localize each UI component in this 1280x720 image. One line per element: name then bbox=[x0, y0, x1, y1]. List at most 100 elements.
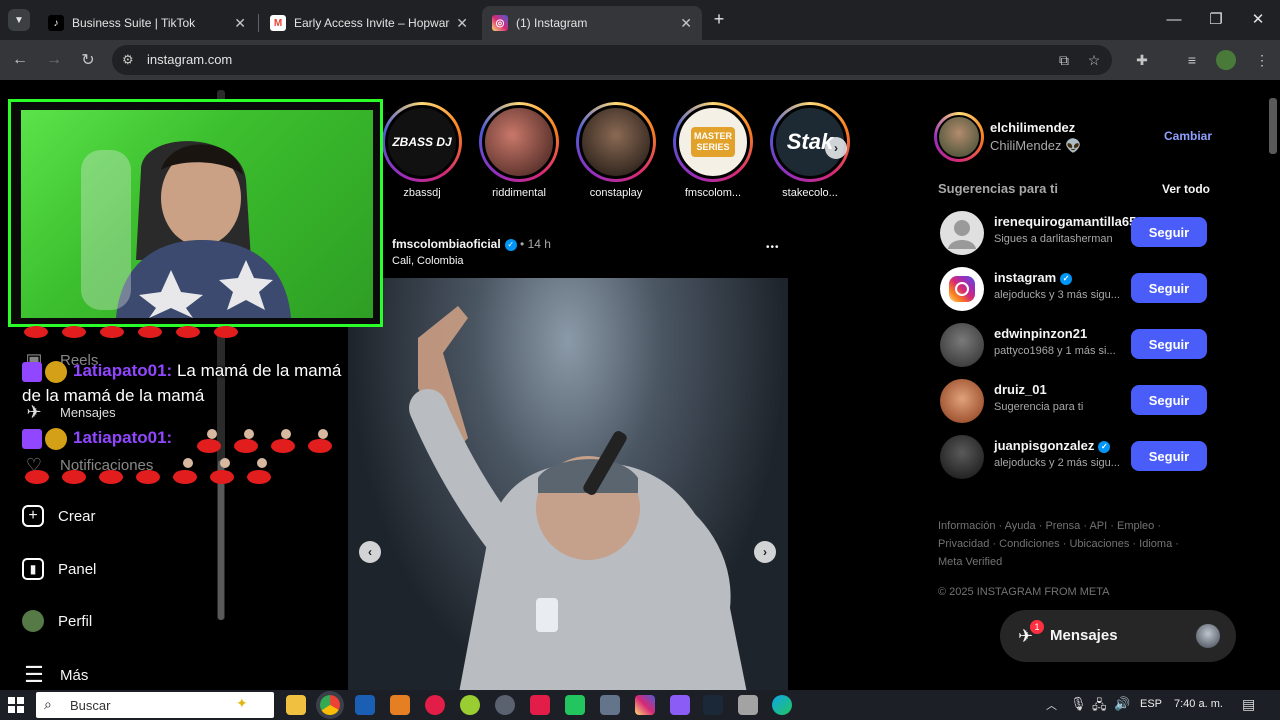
footer-link[interactable]: Ubicaciones bbox=[1069, 538, 1129, 550]
footer-link[interactable]: Empleo bbox=[1117, 520, 1154, 532]
story-item[interactable]: riddimental bbox=[477, 102, 561, 199]
close-icon[interactable]: ✕ bbox=[456, 15, 468, 32]
forward-icon[interactable]: → bbox=[42, 48, 66, 72]
messages-floating-button[interactable]: ✈ 1 Mensajes bbox=[1000, 610, 1236, 662]
footer-link[interactable]: Información bbox=[938, 520, 995, 532]
story-item[interactable]: MASTER SERIES fmscolom... bbox=[671, 102, 755, 199]
new-tab-button[interactable]: + bbox=[708, 8, 730, 30]
bookmark-star-icon[interactable]: ☆ bbox=[1084, 50, 1104, 70]
see-all-link[interactable]: Ver todo bbox=[1162, 182, 1210, 196]
page-scrollbar-thumb[interactable] bbox=[1269, 98, 1277, 154]
chrome-icon[interactable] bbox=[320, 695, 340, 715]
suggestion-username[interactable]: instagram ✓ bbox=[994, 270, 1073, 285]
account-username[interactable]: elchilimendez bbox=[990, 120, 1075, 135]
taskbar-search[interactable]: ⌕ Buscar ✦ bbox=[36, 692, 274, 718]
tab-instagram[interactable]: ◎ (1) Instagram ✕ bbox=[482, 6, 702, 40]
stories-next-button[interactable]: › bbox=[825, 137, 847, 159]
suggestion-username[interactable]: edwinpinzon21 bbox=[994, 326, 1087, 341]
media-control-icon[interactable]: ≡ bbox=[1182, 50, 1202, 70]
app-icon[interactable] bbox=[495, 695, 515, 715]
address-bar[interactable]: ⚙ instagram.com bbox=[112, 45, 1112, 75]
close-icon[interactable]: ✕ bbox=[234, 15, 246, 32]
suggestion-username[interactable]: druiz_01 bbox=[994, 382, 1047, 397]
file-explorer-icon[interactable] bbox=[286, 695, 306, 715]
language-indicator[interactable]: ESP bbox=[1140, 698, 1162, 710]
nav-perfil[interactable]: Perfil bbox=[22, 610, 92, 632]
nav-crear[interactable]: + Crear bbox=[22, 505, 96, 527]
post-next-button[interactable]: › bbox=[754, 541, 776, 563]
chat-username[interactable]: 1atiapato01: bbox=[73, 428, 172, 447]
url-text[interactable]: instagram.com bbox=[147, 52, 232, 67]
follow-button[interactable]: Seguir bbox=[1131, 385, 1207, 415]
footer-link[interactable]: Ayuda bbox=[1005, 520, 1036, 532]
chat-emotes bbox=[194, 426, 334, 456]
follow-button[interactable]: Seguir bbox=[1131, 441, 1207, 471]
footer-link[interactable]: Meta Verified bbox=[938, 556, 1002, 568]
more-menu-icon[interactable]: ⋮ bbox=[1252, 50, 1272, 70]
instagram-logo-icon[interactable] bbox=[940, 267, 984, 311]
chart-icon: ▮ bbox=[22, 558, 44, 580]
app-icon[interactable] bbox=[670, 695, 690, 715]
app-icon[interactable] bbox=[600, 695, 620, 715]
tray-chevron-icon[interactable]: ︿ bbox=[1046, 697, 1057, 713]
tiktok-taskbar-icon[interactable] bbox=[530, 695, 550, 715]
restore-icon[interactable]: ❐ bbox=[1196, 6, 1236, 32]
story-item[interactable]: ZBASS DJ zbassdj bbox=[380, 102, 464, 199]
suggestion-username[interactable]: juanpisgonzalez ✓ bbox=[994, 438, 1111, 453]
app-icon[interactable] bbox=[460, 695, 480, 715]
post-options-icon[interactable]: ••• bbox=[766, 242, 780, 253]
windows-start-icon[interactable] bbox=[8, 697, 24, 713]
tab-search-button[interactable]: ▼ bbox=[8, 9, 30, 31]
gmail-icon: M bbox=[270, 15, 286, 31]
site-info-icon[interactable]: ⚙ bbox=[122, 52, 134, 68]
install-app-icon[interactable]: ⧉ bbox=[1054, 50, 1074, 70]
app-icon[interactable] bbox=[390, 695, 410, 715]
instagram-taskbar-icon[interactable] bbox=[635, 695, 655, 715]
tab-gmail[interactable]: M Early Access Invite – Hopward I ✕ bbox=[260, 6, 478, 40]
follow-button[interactable]: Seguir bbox=[1131, 217, 1207, 247]
suggestion-avatar[interactable] bbox=[940, 211, 984, 255]
app-icon[interactable] bbox=[565, 695, 585, 715]
close-window-icon[interactable]: ✕ bbox=[1238, 6, 1278, 32]
emote-row-icon bbox=[25, 458, 271, 484]
footer-link[interactable]: Condiciones bbox=[999, 538, 1060, 550]
extensions-icon[interactable]: ✚ bbox=[1132, 50, 1152, 70]
post-username[interactable]: fmscolombiaoficial bbox=[392, 237, 501, 251]
story-item[interactable]: constaplay bbox=[574, 102, 658, 199]
footer-link[interactable]: Idioma bbox=[1139, 538, 1172, 550]
microphone-icon[interactable]: 🎙 bbox=[1070, 696, 1087, 712]
edge-icon[interactable] bbox=[772, 695, 792, 715]
minimize-icon[interactable]: — bbox=[1154, 6, 1194, 32]
footer-link[interactable]: Prensa bbox=[1045, 520, 1080, 532]
follow-button[interactable]: Seguir bbox=[1131, 273, 1207, 303]
network-icon[interactable]: 🖧 bbox=[1092, 696, 1107, 718]
footer-link[interactable]: Privacidad bbox=[938, 538, 989, 550]
app-icon[interactable] bbox=[738, 695, 758, 715]
tab-tiktok[interactable]: ♪ Business Suite | TikTok ✕ bbox=[38, 6, 256, 40]
follow-button[interactable]: Seguir bbox=[1131, 329, 1207, 359]
post-image[interactable]: ‹ › bbox=[348, 278, 788, 690]
suggestion-avatar[interactable] bbox=[940, 379, 984, 423]
steam-icon[interactable] bbox=[703, 695, 723, 715]
clock[interactable]: 7:40 a. m. bbox=[1174, 698, 1223, 710]
app-icon[interactable] bbox=[425, 695, 445, 715]
close-icon[interactable]: ✕ bbox=[680, 15, 692, 32]
suggestion-avatar[interactable] bbox=[940, 435, 984, 479]
suggestion-avatar[interactable] bbox=[940, 323, 984, 367]
suggestion-username[interactable]: irenequirogamantilla65 bbox=[994, 214, 1136, 229]
back-icon[interactable]: ← bbox=[8, 48, 32, 72]
profile-avatar[interactable] bbox=[1216, 50, 1236, 70]
story-avatar: ZBASS DJ bbox=[385, 105, 459, 179]
chat-username[interactable]: 1atiapato01: bbox=[73, 361, 172, 380]
post-prev-button[interactable]: ‹ bbox=[359, 541, 381, 563]
reload-icon[interactable]: ↻ bbox=[76, 48, 100, 72]
footer-link[interactable]: API bbox=[1089, 520, 1107, 532]
volume-icon[interactable]: 🔊 bbox=[1114, 696, 1130, 712]
app-icon[interactable] bbox=[355, 695, 375, 715]
post-location[interactable]: Cali, Colombia bbox=[392, 255, 551, 267]
account-avatar[interactable] bbox=[934, 112, 984, 162]
switch-account-link[interactable]: Cambiar bbox=[1164, 129, 1212, 143]
nav-mas[interactable]: ☰ Más bbox=[22, 662, 88, 687]
notifications-icon[interactable]: ▤ bbox=[1242, 696, 1255, 713]
nav-panel[interactable]: ▮ Panel bbox=[22, 558, 96, 580]
